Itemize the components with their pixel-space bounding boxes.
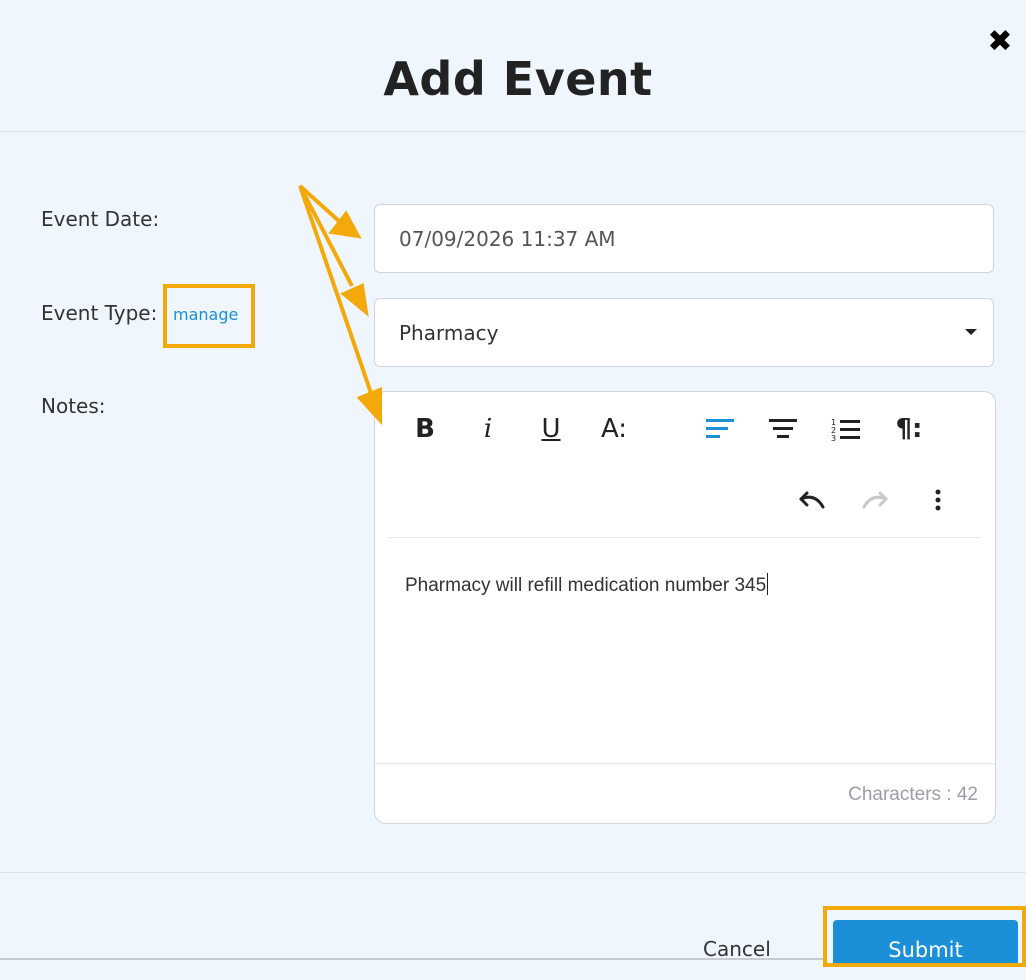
event-type-value: Pharmacy [399,321,499,345]
notes-content[interactable]: Pharmacy will refill medication number 3… [405,573,769,597]
text-caret [767,573,769,595]
footer-divider [0,872,1026,873]
italic-icon[interactable]: i [468,411,508,447]
ordered-list-icon[interactable]: 1 2 3 [826,411,866,447]
character-count: Characters : 42 [848,784,978,805]
font-size-icon[interactable]: A: [594,411,634,447]
chevron-down-icon [965,329,977,335]
bottom-border [0,958,826,960]
notes-text: Pharmacy will refill medication number 3… [405,575,767,596]
arrow-to-type-field [298,185,354,287]
bold-icon[interactable]: B [405,411,445,447]
event-type-select[interactable]: Pharmacy [374,298,994,367]
more-vertical-icon[interactable] [918,483,958,519]
undo-icon[interactable] [792,483,832,519]
submit-button[interactable]: Submit [833,920,1018,967]
arrow-head-type [340,283,369,317]
event-date-input[interactable]: 07/09/2026 11:37 AM [374,204,994,273]
notes-label: Notes: [41,394,106,418]
align-left-icon[interactable] [700,411,740,447]
event-date-label: Event Date: [41,207,160,231]
editor-footer-divider [375,763,995,764]
arrow-to-date-field [298,184,342,224]
paragraph-icon[interactable]: ¶: [889,411,929,447]
event-date-value: 07/09/2026 11:37 AM [399,227,616,251]
align-center-icon[interactable] [763,411,803,447]
toolbar-divider [389,537,981,538]
svg-text:3: 3 [831,434,836,443]
dialog-title: Add Event [383,52,653,106]
arrow-to-notes-field [298,185,374,397]
redo-icon[interactable] [855,483,895,519]
event-type-label: Event Type: [41,301,158,325]
manage-link[interactable]: manage [173,305,238,324]
header-divider [0,131,1026,132]
notes-editor: B i U A: 1 2 3 ¶: Pharmacy will refill m… [374,391,996,824]
underline-icon[interactable]: U [531,411,571,447]
arrow-head-date [328,210,362,239]
